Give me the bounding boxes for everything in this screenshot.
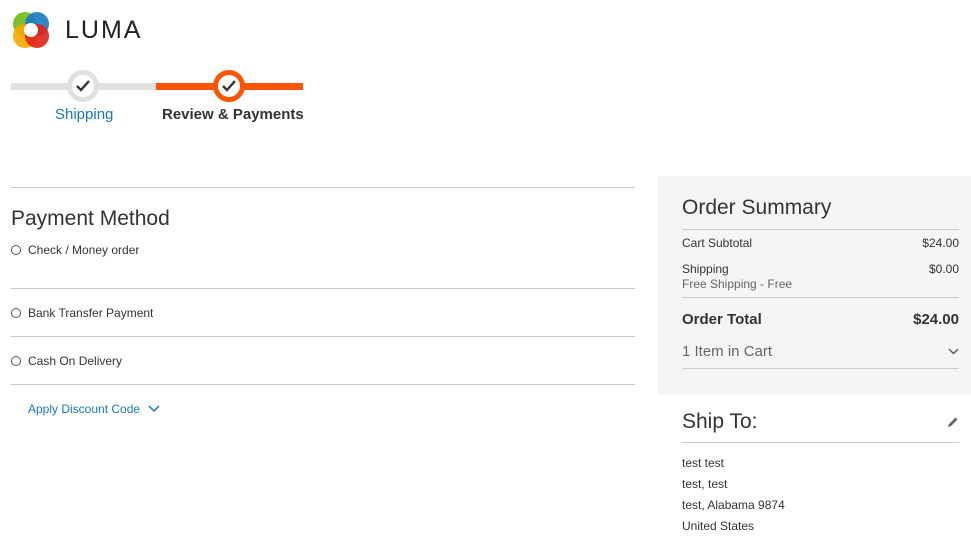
step-shipping-marker[interactable] xyxy=(67,70,99,102)
apply-discount-label[interactable]: Apply Discount Code xyxy=(28,402,140,416)
radio-icon[interactable] xyxy=(11,307,21,318)
step-payment-label: Review & Payments xyxy=(162,106,304,123)
order-summary: Order Summary Cart Subtotal $24.00 Shipp… xyxy=(658,176,971,395)
payment-option-banktransfer[interactable]: Bank Transfer Payment xyxy=(11,289,635,337)
subtotal-label: Cart Subtotal xyxy=(682,236,753,250)
step-shipping-link[interactable]: Shipping xyxy=(55,106,113,123)
summary-subtotal-row: Cart Subtotal $24.00 xyxy=(682,236,959,250)
checkout-progress: Shipping Review & Payments xyxy=(11,68,304,128)
divider xyxy=(11,187,635,188)
checkmark-icon xyxy=(76,80,90,92)
address-line: United States xyxy=(682,519,755,533)
ship-to-section: Ship To: test test test, test test, Alab… xyxy=(682,410,959,537)
payment-title: Payment Method xyxy=(11,207,170,230)
payment-option-cashondelivery[interactable]: Cash On Delivery xyxy=(11,337,635,385)
total-value: $24.00 xyxy=(913,311,959,328)
payment-option-label[interactable]: Bank Transfer Payment xyxy=(28,306,153,320)
ship-to-title: Ship To: xyxy=(682,410,758,433)
address-line: test, Alabama 9874 xyxy=(682,498,785,512)
payment-option-checkmo[interactable]: Check / Money order xyxy=(11,241,635,289)
items-in-cart-toggle[interactable]: 1 Item in Cart xyxy=(682,343,959,369)
apply-discount-toggle[interactable]: Apply Discount Code xyxy=(28,402,635,416)
address-line: test test xyxy=(682,456,725,470)
luma-logo[interactable]: LUMA xyxy=(11,10,142,50)
brand-name: LUMA xyxy=(65,15,143,44)
summary-title: Order Summary xyxy=(682,196,959,230)
shipping-method-name: Free Shipping - Free xyxy=(682,277,959,298)
radio-icon[interactable] xyxy=(11,245,21,255)
subtotal-value: $24.00 xyxy=(922,236,959,250)
summary-total-row: Order Total $24.00 xyxy=(682,311,959,328)
radio-icon[interactable] xyxy=(11,355,21,366)
checkmark-icon xyxy=(222,80,236,92)
shipping-value: $0.00 xyxy=(928,262,959,276)
step-payment-marker xyxy=(213,70,245,102)
payment-option-label[interactable]: Cash On Delivery xyxy=(28,354,122,368)
shipping-label: Shipping xyxy=(682,262,729,276)
items-in-cart-label[interactable]: 1 Item in Cart xyxy=(682,343,772,360)
pencil-icon[interactable] xyxy=(946,416,959,429)
payment-section: Payment Method Check / Money order Bank … xyxy=(11,187,635,416)
chevron-down-icon[interactable] xyxy=(148,405,160,413)
ship-to-header: Ship To: xyxy=(682,410,959,443)
total-label: Order Total xyxy=(682,311,762,328)
ship-to-address: test test test, test test, Alabama 9874 … xyxy=(682,453,959,537)
address-line: test, test xyxy=(682,477,728,491)
luma-logo-icon xyxy=(11,10,51,50)
payment-option-label[interactable]: Check / Money order xyxy=(28,243,139,257)
chevron-down-icon[interactable] xyxy=(948,348,959,355)
summary-shipping-row: Shipping $0.00 xyxy=(682,262,959,276)
